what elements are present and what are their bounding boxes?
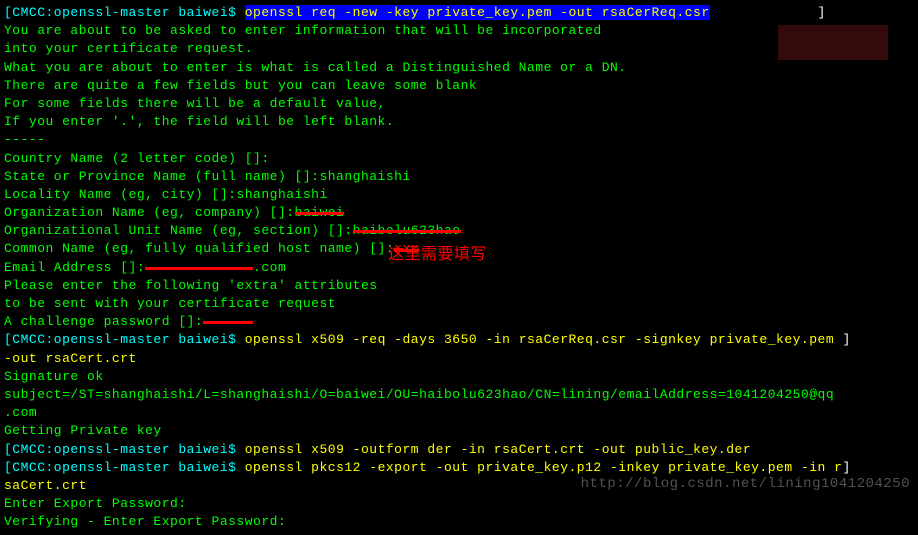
subject-line-cont: .com	[4, 404, 914, 422]
output-line: There are quite a few fields but you can…	[4, 77, 914, 95]
verify-password-prompt: Verifying - Enter Export Password:	[4, 513, 914, 531]
output-line: If you enter '.', the field will be left…	[4, 113, 914, 131]
prompt-label: Email Address []:	[4, 260, 145, 275]
output-line: into your certificate request.	[4, 40, 914, 58]
shell-prompt: [CMCC:openssl-master baiwei$	[4, 460, 245, 475]
challenge-password-prompt: A challenge password []:xxxxxx	[4, 313, 914, 331]
openssl-x509-command: openssl x509 -req -days 3650 -in rsaCerR…	[245, 332, 843, 347]
country-name-prompt: Country Name (2 letter code) []:	[4, 150, 914, 168]
command-line-1: [CMCC:openssl-master baiwei$ openssl req…	[4, 4, 914, 22]
redacted-password: xxxxxx	[203, 313, 253, 331]
terminal-output: [CMCC:openssl-master baiwei$ openssl req…	[0, 0, 918, 535]
command-line-2: [CMCC:openssl-master baiwei$ openssl x50…	[4, 331, 914, 349]
command-line-3: [CMCC:openssl-master baiwei$ openssl x50…	[4, 441, 914, 459]
openssl-der-command: openssl x509 -outform der -in rsaCert.cr…	[245, 442, 751, 457]
subject-line: subject=/ST=shanghaishi/L=shanghaishi/O=…	[4, 386, 914, 404]
extra-attrs-line: to be sent with your certificate request	[4, 295, 914, 313]
line-end: ]	[842, 460, 850, 475]
output-line: For some fields there will be a default …	[4, 95, 914, 113]
openssl-req-command: openssl req -new -key private_key.pem -o…	[245, 5, 710, 20]
openssl-pkcs12-command: openssl pkcs12 -export -out private_key.…	[245, 460, 843, 475]
signature-ok: Signature ok	[4, 368, 914, 386]
org-name-prompt: Organization Name (eg, company) []:baiwe…	[4, 204, 914, 222]
command-line-4: [CMCC:openssl-master baiwei$ openssl pkc…	[4, 459, 914, 477]
prompt-label: Organization Name (eg, company) []:	[4, 205, 295, 220]
watermark-text: http://blog.csdn.net/lining1041204250	[581, 475, 910, 495]
locality-prompt: Locality Name (eg, city) []:shanghaishi	[4, 186, 914, 204]
prompt-label: A challenge password []:	[4, 314, 203, 329]
shell-prompt: [CMCC:openssl-master baiwei$	[4, 332, 245, 347]
email-suffix: .com	[253, 260, 286, 275]
getting-key: Getting Private key	[4, 422, 914, 440]
line-end: ]	[842, 332, 850, 347]
org-unit-prompt: Organizational Unit Name (eg, section) […	[4, 222, 914, 240]
line-end: ]	[710, 5, 826, 20]
redacted-org: baiwei	[295, 204, 345, 222]
annotation-note: 这里需要填写	[388, 244, 487, 266]
export-password-prompt: Enter Export Password:	[4, 495, 914, 513]
redacted-email: 1041204250@qq	[145, 259, 253, 277]
prompt-label: Common Name (eg, fully qualified host na…	[4, 241, 394, 256]
prompt-label: Organizational Unit Name (eg, section) […	[4, 223, 353, 238]
shell-prompt: [CMCC:openssl-master baiwei$	[4, 5, 245, 20]
command-continuation: -out rsaCert.crt	[4, 350, 914, 368]
output-line: You are about to be asked to enter infor…	[4, 22, 914, 40]
shell-prompt: [CMCC:openssl-master baiwei$	[4, 442, 245, 457]
redacted-org-unit: haibolu623hao	[353, 222, 461, 240]
state-prompt: State or Province Name (full name) []:sh…	[4, 168, 914, 186]
output-line: What you are about to enter is what is c…	[4, 59, 914, 77]
extra-attrs-header: Please enter the following 'extra' attri…	[4, 277, 914, 295]
output-line: -----	[4, 131, 914, 149]
